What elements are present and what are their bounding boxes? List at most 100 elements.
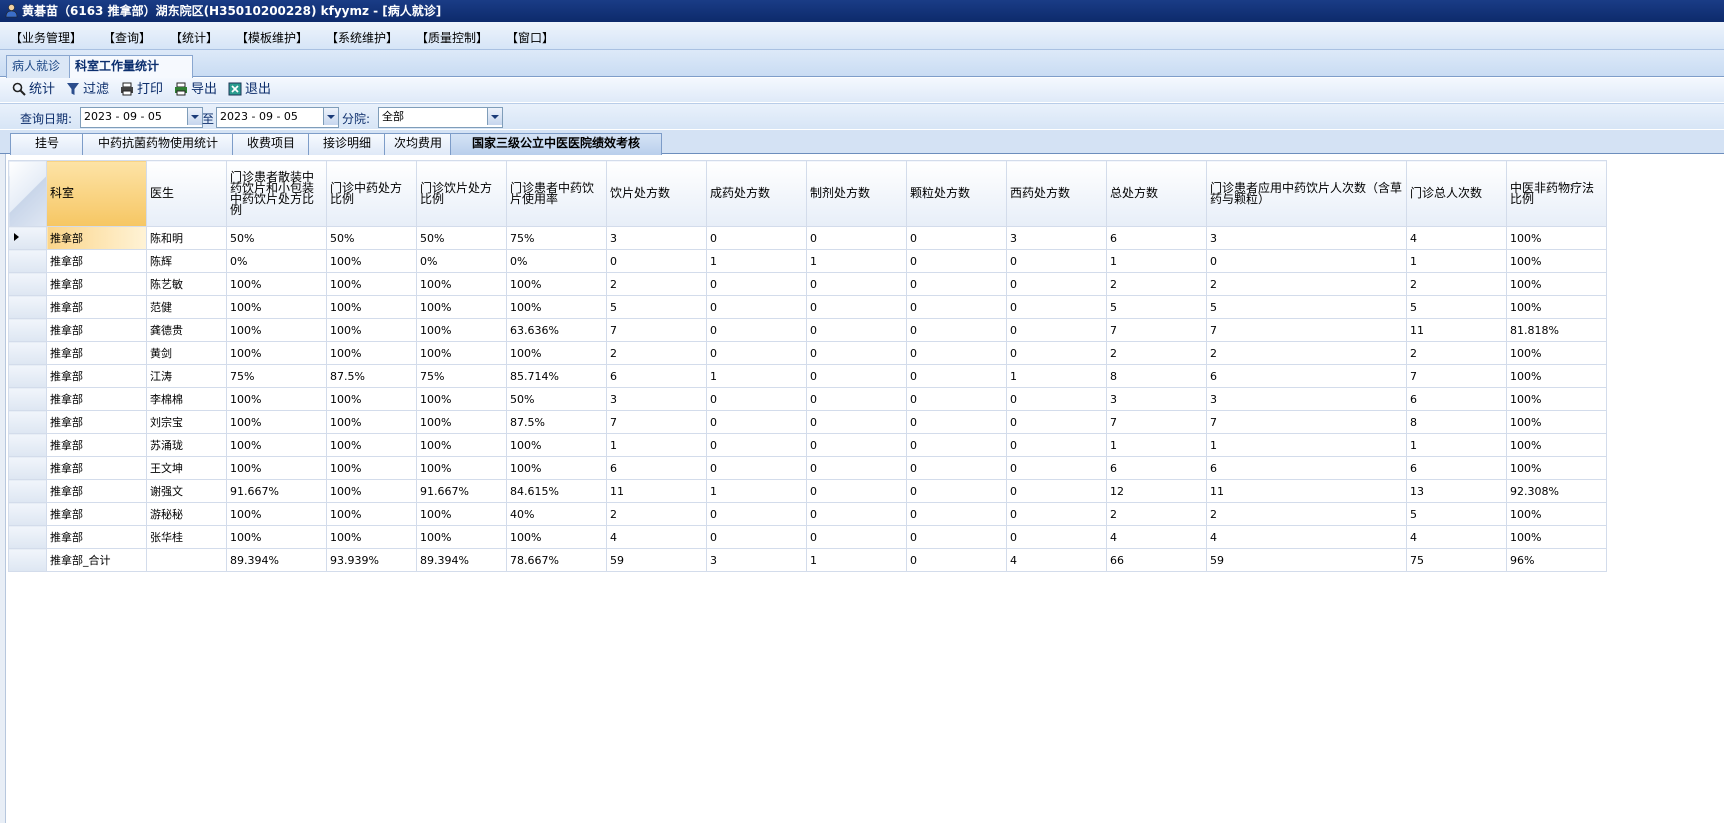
grid-cell[interactable]: 3 [1206, 226, 1407, 250]
grid-cell[interactable]: 0 [706, 226, 807, 250]
grid-cell[interactable]: 1 [706, 364, 807, 388]
grid-cell[interactable]: 100% [1506, 341, 1607, 365]
grid-cell[interactable]: 100% [416, 295, 507, 319]
grid-cell[interactable]: 推拿部 [46, 249, 147, 273]
grid-cell[interactable]: 7 [1406, 364, 1507, 388]
grid-cell[interactable]: 推拿部 [46, 318, 147, 342]
grid-cell[interactable]: 0 [706, 272, 807, 296]
grid-cell[interactable]: 2 [606, 341, 707, 365]
export-button[interactable]: 导出 [174, 81, 217, 99]
grid-cell[interactable]: 0 [706, 502, 807, 526]
filter-button[interactable]: 过滤 [66, 81, 109, 99]
grid-cell[interactable]: 6 [1106, 226, 1207, 250]
grid-cell[interactable]: 0 [1006, 387, 1107, 411]
grid-cell[interactable]: 2 [1206, 272, 1407, 296]
grid-cell[interactable]: 陈辉 [146, 249, 227, 273]
grid-cell[interactable]: 100% [416, 341, 507, 365]
grid-cell[interactable]: 89.394% [416, 548, 507, 572]
grid-cell[interactable]: 4 [1106, 525, 1207, 549]
grid-cell[interactable]: 75% [506, 226, 607, 250]
stats-button[interactable]: 统计 [12, 81, 55, 99]
chevron-down-icon[interactable] [187, 108, 202, 125]
grid-cell[interactable]: 100% [1506, 295, 1607, 319]
grid-cell[interactable]: 100% [1506, 410, 1607, 434]
tab-visit-details[interactable]: 接诊明细 [308, 133, 386, 155]
grid-cell[interactable]: 0 [906, 387, 1007, 411]
grid-cell[interactable]: 0% [416, 249, 507, 273]
grid-cell[interactable]: 100% [326, 525, 417, 549]
grid-cell[interactable]: 0 [706, 410, 807, 434]
grid-cell[interactable]: 推拿部 [46, 226, 147, 250]
doc-tab-dept-workload[interactable]: 科室工作量统计 [69, 55, 193, 78]
grid-cell[interactable]: 0 [1006, 249, 1107, 273]
grid-cell[interactable]: 0 [906, 433, 1007, 457]
grid-cell[interactable]: 6 [1106, 456, 1207, 480]
table-row[interactable]: 推拿部 范健 100% 100% 100% 100% 5 0 0 0 0 5 5 5 100% [8, 295, 1607, 319]
menu-quality[interactable]: 【质量控制】 [416, 29, 488, 46]
grid-cell[interactable]: 100% [506, 341, 607, 365]
grid-cell[interactable]: 100% [506, 433, 607, 457]
grid-cell[interactable]: 50% [226, 226, 327, 250]
grid-cell[interactable]: 100% [506, 456, 607, 480]
grid-cell[interactable]: 100% [1506, 502, 1607, 526]
grid-cell[interactable]: 84.615% [506, 479, 607, 503]
table-row[interactable]: 推拿部 刘宗宝 100% 100% 100% 87.5% 7 0 0 0 0 7 7 8 100% [8, 410, 1607, 434]
grid-cell[interactable]: 100% [226, 341, 327, 365]
grid-cell[interactable]: 89.394% [226, 548, 327, 572]
column-header-western-rx-count[interactable]: 西药处方数 [1006, 160, 1107, 227]
table-row[interactable]: 推拿部 陈辉 0% 100% 0% 0% 0 1 1 0 0 1 0 1 100% [8, 249, 1607, 273]
grid-cell[interactable]: 87.5% [326, 364, 417, 388]
grid-cell[interactable]: 0 [1206, 249, 1407, 273]
grid-cell[interactable]: 0 [806, 456, 907, 480]
grid-cell[interactable]: 0 [806, 226, 907, 250]
grid-cell[interactable]: 8 [1406, 410, 1507, 434]
grid-cell[interactable]: 7 [1106, 410, 1207, 434]
grid-cell[interactable]: 100% [326, 433, 417, 457]
row-indicator[interactable] [8, 272, 47, 296]
grid-cell[interactable]: 推拿部 [46, 456, 147, 480]
column-header-dept[interactable]: 科室 [46, 160, 147, 227]
grid-cell[interactable]: 0 [906, 364, 1007, 388]
grid-cell[interactable]: 92.308% [1506, 479, 1607, 503]
grid-cell[interactable]: 0 [706, 525, 807, 549]
grid-cell[interactable]: 3 [1106, 387, 1207, 411]
grid-cell[interactable]: 4 [1406, 525, 1507, 549]
grid-cell[interactable]: 0 [1006, 318, 1107, 342]
grid-cell[interactable]: 12 [1106, 479, 1207, 503]
grid-cell[interactable]: 推拿部 [46, 272, 147, 296]
grid-cell[interactable]: 0 [806, 433, 907, 457]
grid-cell[interactable]: 100% [226, 318, 327, 342]
grid-cell[interactable]: 0 [1006, 341, 1107, 365]
grid-cell[interactable]: 1 [1406, 249, 1507, 273]
grid-cell[interactable]: 100% [226, 502, 327, 526]
row-indicator[interactable] [8, 249, 47, 273]
grid-cell[interactable]: 0 [606, 249, 707, 273]
grid-cell[interactable]: 0 [706, 387, 807, 411]
grid-cell[interactable]: 陈和明 [146, 226, 227, 250]
column-header-total-visits[interactable]: 门诊总人次数 [1406, 160, 1507, 227]
grid-cell[interactable]: 范健 [146, 295, 227, 319]
row-indicator[interactable] [8, 525, 47, 549]
chevron-down-icon[interactable] [323, 108, 338, 125]
table-row[interactable]: 推拿部 谢强文 91.667% 100% 91.667% 84.615% 11 1 0 0 0 12 1… [8, 479, 1607, 503]
grid-cell[interactable]: 100% [226, 387, 327, 411]
grid-cell[interactable]: 63.636% [506, 318, 607, 342]
table-row[interactable]: 推拿部 陈艺敏 100% 100% 100% 100% 2 0 0 0 0 2 2 2 100% [8, 272, 1607, 296]
grid-cell[interactable]: 2 [1106, 502, 1207, 526]
grid-cell[interactable]: 7 [1206, 410, 1407, 434]
grid-cell[interactable]: 6 [606, 456, 707, 480]
grid-cell[interactable]: 75% [416, 364, 507, 388]
grid-cell[interactable]: 0 [1006, 272, 1107, 296]
grid-cell[interactable]: 100% [326, 479, 417, 503]
grid-cell[interactable]: 0 [806, 410, 907, 434]
grid-cell[interactable]: 江涛 [146, 364, 227, 388]
grid-cell[interactable]: 100% [326, 272, 417, 296]
grid-cell[interactable]: 0 [1006, 502, 1107, 526]
grid-cell[interactable]: 100% [1506, 249, 1607, 273]
grid-cell[interactable]: 0 [906, 318, 1007, 342]
row-indicator[interactable] [8, 410, 47, 434]
row-indicator[interactable] [8, 456, 47, 480]
exit-button[interactable]: 退出 [228, 81, 271, 99]
grid-cell[interactable]: 0 [706, 433, 807, 457]
grid-cell[interactable]: 0 [806, 318, 907, 342]
